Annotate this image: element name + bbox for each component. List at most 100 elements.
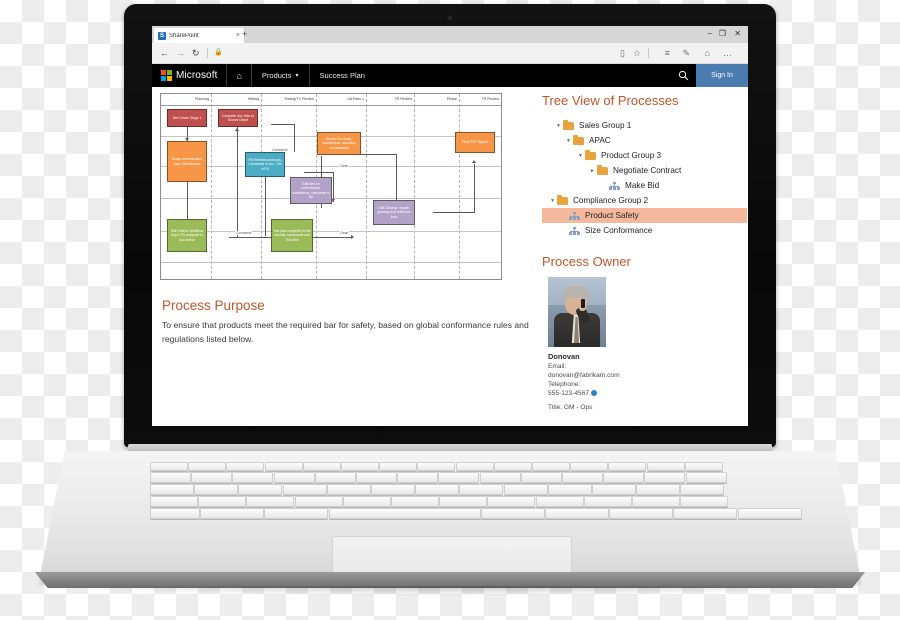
refresh-button[interactable]: ↻ <box>192 47 200 59</box>
keyboard-key[interactable] <box>264 462 303 471</box>
tree-item-compliance-group-2[interactable]: ▼ Compliance Group 2 <box>542 193 747 208</box>
reading-view-icon[interactable]: ▯ <box>620 47 625 59</box>
keyboard-key[interactable] <box>646 462 685 471</box>
tree-item-make-bid[interactable]: Make Bid <box>542 178 747 193</box>
keyboard-key[interactable] <box>302 462 341 471</box>
minimize-button[interactable]: − <box>707 29 712 39</box>
keyboard-key[interactable] <box>150 508 200 519</box>
microsoft-logo[interactable]: Microsoft <box>152 64 226 87</box>
keyboard-key[interactable] <box>200 508 265 519</box>
hub-icon[interactable]: ≡ <box>665 47 670 59</box>
keyboard-key[interactable] <box>417 462 456 471</box>
presence-available-icon[interactable] <box>591 390 598 396</box>
keyboard-key[interactable] <box>547 484 592 495</box>
process-flow-diagram[interactable]: Planning Writing Testing/TC Review UA Pa… <box>160 93 502 280</box>
keyboard-key[interactable] <box>415 484 460 495</box>
tree-item-apac[interactable]: ▼ APAC <box>542 133 747 148</box>
diagram-node[interactable]: PM Reviews protocols, Comments in doc, T… <box>245 152 285 177</box>
keyboard-key[interactable] <box>684 462 723 471</box>
twisty-collapsed-icon[interactable]: ► <box>588 168 597 174</box>
keyboard-key[interactable] <box>644 472 686 483</box>
keyboard-key[interactable] <box>480 508 545 519</box>
forward-button[interactable]: → <box>176 47 185 59</box>
keyboard-key[interactable] <box>532 462 570 471</box>
diagram-node[interactable]: Test plan complete for file formats, com… <box>271 219 313 252</box>
keyboard-key[interactable] <box>520 472 562 483</box>
keyboard-key[interactable] <box>737 508 802 519</box>
diagram-node[interactable]: Final PDF Signoff <box>455 132 495 153</box>
tree-item-size-conformance[interactable]: Size Conformance <box>542 223 747 238</box>
keyboard-key[interactable] <box>673 508 738 519</box>
keyboard-key[interactable] <box>194 484 239 495</box>
keyboard-key[interactable] <box>294 496 343 507</box>
diagram-node[interactable]: Edit Cleanup, regular glossary and refer… <box>373 200 415 225</box>
keyboard-key[interactable] <box>397 472 439 483</box>
keyboard-key[interactable] <box>314 472 356 483</box>
keyboard-key[interactable] <box>493 462 532 471</box>
settings-more-icon[interactable]: … <box>723 47 732 59</box>
web-notes-icon[interactable]: ✎ <box>682 47 690 59</box>
keyboard-key[interactable] <box>238 484 283 495</box>
twisty-expanded-icon[interactable]: ▼ <box>576 153 585 159</box>
keyboard-key[interactable] <box>282 484 327 495</box>
keyboard-key[interactable] <box>188 462 227 471</box>
diagram-node[interactable]: Complete doc, files to Source Depot <box>218 109 258 127</box>
keyboard[interactable] <box>150 462 802 524</box>
close-window-button[interactable]: ✕ <box>734 29 741 39</box>
new-tab-button[interactable]: + <box>242 30 247 39</box>
keyboard-key[interactable] <box>608 462 647 471</box>
maximize-button[interactable]: ❐ <box>719 29 726 39</box>
process-tree[interactable]: ▼ Sales Group 1 ▼ APAC ▼ Product Group 3… <box>542 118 747 238</box>
keyboard-key[interactable] <box>326 484 371 495</box>
home-icon[interactable]: ⌂ <box>226 64 250 87</box>
keyboard-key[interactable] <box>562 472 603 483</box>
keyboard-key[interactable] <box>371 484 415 495</box>
keyboard-key[interactable] <box>391 496 439 507</box>
back-button[interactable]: ← <box>160 47 169 59</box>
keyboard-key[interactable] <box>570 462 609 471</box>
keyboard-key[interactable] <box>459 484 504 495</box>
twisty-expanded-icon[interactable]: ▼ <box>554 123 563 129</box>
diagram-node[interactable]: Dev Driven Stage 1 <box>167 109 207 127</box>
keyboard-key[interactable] <box>198 496 247 507</box>
diagram-node[interactable]: Scope determination Spec identification <box>167 141 207 182</box>
keyboard-key[interactable] <box>680 484 725 495</box>
favorites-star-icon[interactable]: ☆ <box>633 47 641 59</box>
keyboard-key[interactable] <box>191 472 233 483</box>
close-icon[interactable]: × <box>236 32 240 39</box>
keyboard-key[interactable] <box>583 496 632 507</box>
keyboard-key[interactable] <box>342 496 391 507</box>
keyboard-key[interactable] <box>341 462 379 471</box>
keyboard-key[interactable] <box>592 484 636 495</box>
owner-email[interactable]: donovan@fabrikam.com <box>548 371 747 380</box>
browser-tab[interactable]: S SharePoint × <box>154 28 244 43</box>
keyboard-key[interactable] <box>503 484 548 495</box>
keyboard-key[interactable] <box>609 508 674 519</box>
keyboard-key[interactable] <box>438 472 480 483</box>
keyboard-key[interactable] <box>535 496 584 507</box>
keyboard-key[interactable] <box>226 462 265 471</box>
diagram-node[interactable]: Review for clarity, conciseness, accurac… <box>317 132 361 155</box>
twisty-expanded-icon[interactable]: ▼ <box>564 138 573 144</box>
tree-item-negotiate-contract[interactable]: ► Negotiate Contract <box>542 163 747 178</box>
keyboard-key[interactable] <box>636 484 681 495</box>
tree-item-product-group-3[interactable]: ▼ Product Group 3 <box>542 148 747 163</box>
keyboard-key[interactable] <box>479 472 521 483</box>
keyboard-key[interactable] <box>545 508 609 519</box>
keyboard-key[interactable] <box>603 472 645 483</box>
keyboard-key[interactable] <box>455 462 494 471</box>
tree-item-sales-group-1[interactable]: ▼ Sales Group 1 <box>542 118 747 133</box>
keyboard-key[interactable] <box>150 484 194 495</box>
products-menu[interactable]: Products ▾ <box>250 64 309 87</box>
keyboard-key[interactable] <box>685 472 727 483</box>
keyboard-key[interactable] <box>150 472 191 483</box>
keyboard-key[interactable] <box>264 508 329 519</box>
keyboard-key[interactable] <box>273 472 315 483</box>
keyboard-key[interactable] <box>439 496 488 507</box>
keyboard-key[interactable] <box>150 462 188 471</box>
keyboard-key[interactable] <box>632 496 680 507</box>
twisty-expanded-icon[interactable]: ▼ <box>548 198 557 204</box>
search-icon[interactable] <box>670 64 696 87</box>
keyboard-key[interactable] <box>379 462 418 471</box>
tree-item-product-safety[interactable]: Product Safety <box>542 208 747 223</box>
